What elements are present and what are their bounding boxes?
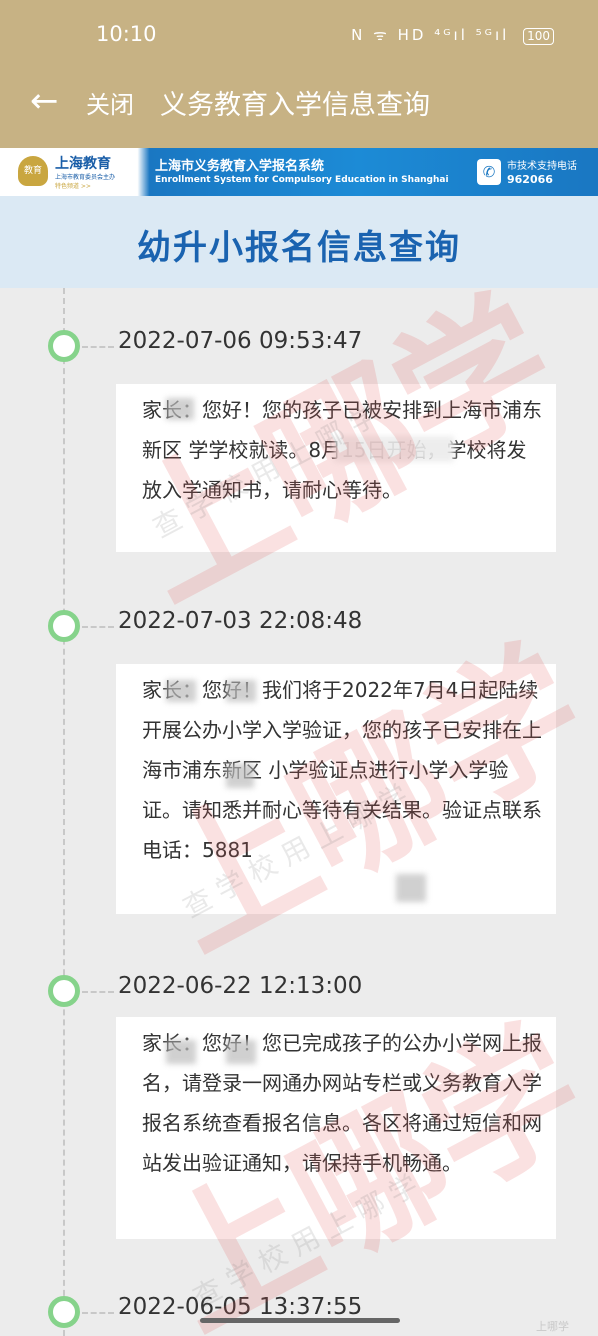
phone-icon: ✆ — [477, 159, 501, 185]
timeline-connector — [82, 1312, 114, 1314]
watermark-corner: 上哪学 — [536, 1320, 569, 1333]
banner-brand: 上海教育 — [55, 156, 111, 172]
banner-brand-sub2: 特色频道 >> — [55, 183, 91, 190]
timeline-time: 2022-06-22 12:13:00 — [118, 973, 363, 999]
message-text: 家长：您好！您已完成孩子的公办小学网上报名，请登录一网通办网站专栏或义务教育入学… — [142, 1031, 542, 1175]
message-text: 家长：您好！我们将于2022年7月4日起陆续开展公办小学入学验证，您的孩子已安排… — [142, 678, 542, 862]
timeline-connector — [82, 346, 114, 348]
battery-icon: 100 — [523, 28, 554, 45]
nav-bar: ← 关闭 义务教育入学信息查询 — [0, 70, 598, 148]
banner-support-label: 市技术支持电话 — [507, 161, 577, 172]
redacted-block — [226, 680, 256, 702]
redacted-block — [226, 1040, 256, 1064]
banner-support-phone: 962066 — [507, 173, 553, 186]
redacted-block — [166, 398, 194, 420]
arrow-left-icon[interactable]: ← — [30, 84, 59, 118]
status-time: 10:10 — [96, 22, 157, 46]
timeline-node — [48, 975, 80, 1007]
site-banner: 教育 上海教育 上海市教育委员会主办 特色频道 >> 上海市义务教育入学报名系统… — [0, 148, 598, 196]
redacted-block — [166, 680, 196, 702]
page-title: 幼升小报名信息查询 — [137, 228, 461, 268]
title-section: 幼升小报名信息查询 — [0, 196, 598, 288]
timeline-connector — [82, 626, 114, 628]
timeline-time: 2022-07-03 22:08:48 — [118, 608, 363, 634]
close-button[interactable]: 关闭 — [86, 85, 134, 120]
status-bar: 10:10 N ᯤ HD ⁴ᴳıl ⁵ᴳıl 100 — [0, 0, 598, 70]
redacted-block — [396, 874, 426, 902]
banner-system-title: 上海市义务教育入学报名系统 — [155, 159, 325, 174]
status-icons: N ᯤ HD ⁴ᴳıl ⁵ᴳıl 100 — [351, 25, 554, 45]
timeline-time: 2022-07-06 09:53:47 — [118, 328, 363, 354]
home-indicator[interactable] — [200, 1318, 400, 1323]
timeline-line — [63, 288, 65, 1336]
shanghai-education-logo: 教育 — [18, 156, 48, 186]
timeline-connector — [82, 991, 114, 993]
timeline-time: 2022-06-05 13:37:55 — [118, 1294, 363, 1320]
banner-brand-sub: 上海市教育委员会主办 — [55, 174, 116, 181]
timeline-node — [48, 330, 80, 362]
redacted-block — [334, 436, 454, 462]
redacted-block — [166, 1040, 196, 1064]
signal-icons: N ᯤ HD ⁴ᴳıl ⁵ᴳıl — [351, 26, 510, 44]
timeline-node — [48, 610, 80, 642]
redacted-block — [226, 764, 254, 788]
banner-system-title-en: Enrollment System for Compulsory Educati… — [155, 175, 449, 185]
nav-title: 义务教育入学信息查询 — [160, 90, 430, 121]
timeline-node — [48, 1296, 80, 1328]
